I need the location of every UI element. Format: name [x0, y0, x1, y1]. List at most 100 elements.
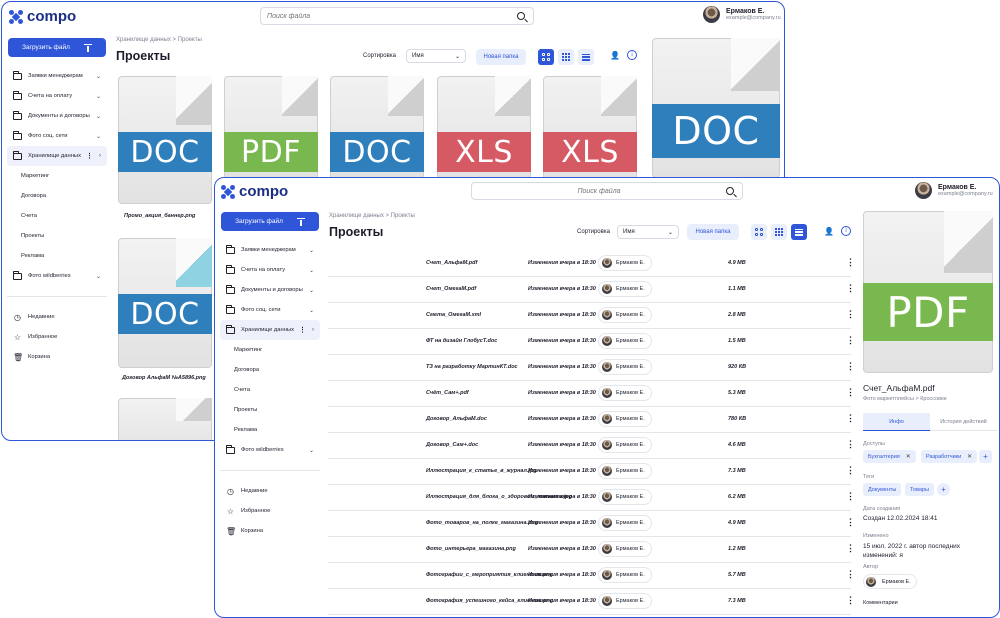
sidebar-subitem-ads[interactable]: Реклама: [7, 246, 107, 266]
sidebar-item-invoices[interactable]: Счета на оплату ⌄: [220, 260, 320, 280]
author-chip[interactable]: Ермаков Е.: [598, 489, 652, 505]
sort-select[interactable]: Имя ⌄: [406, 49, 466, 63]
author-chip[interactable]: Ермаков Е.: [598, 281, 652, 297]
breadcrumb[interactable]: Хранилище данных > Проекты: [116, 37, 202, 43]
user-menu[interactable]: Ермаков Е. example@company.ru: [915, 182, 993, 199]
access-chip[interactable]: Разработчики ✕: [921, 450, 978, 463]
view-list-button[interactable]: [791, 224, 807, 240]
more-icon[interactable]: ⋮: [846, 283, 855, 294]
file-tile[interactable]: DOC: [118, 76, 212, 204]
search-icon[interactable]: [726, 187, 734, 195]
file-tile[interactable]: XLS: [543, 76, 637, 180]
info-icon[interactable]: i: [841, 226, 851, 236]
upload-button[interactable]: Загрузить файл: [8, 38, 106, 57]
tab-info[interactable]: Инфо: [863, 413, 930, 431]
search-box[interactable]: [471, 182, 743, 200]
sidebar-item-documents[interactable]: Документы и договоры ⌄: [7, 106, 107, 126]
author-chip[interactable]: Ермаков Е.: [598, 541, 652, 557]
file-name[interactable]: Фото_товаров_на_полке_магазина.png: [426, 520, 538, 526]
more-icon[interactable]: ⋮: [86, 152, 93, 160]
file-name[interactable]: Фото_интерьера_магазина.png: [426, 546, 516, 552]
tag-chip[interactable]: Документы: [863, 483, 902, 496]
sidebar-item-wildberries[interactable]: Фото wildberries ⌄: [220, 440, 320, 460]
sidebar-subitem-ads[interactable]: Реклама: [220, 420, 320, 440]
sidebar-subitem-contracts[interactable]: Договора: [7, 186, 107, 206]
more-icon[interactable]: ⋮: [846, 517, 855, 528]
sidebar-subitem-projects[interactable]: Проекты: [7, 226, 107, 246]
more-icon[interactable]: ⋮: [846, 257, 855, 268]
sidebar-item-trash[interactable]: 🗑 Корзина: [7, 347, 107, 367]
sidebar-item-trash[interactable]: 🗑 Корзина: [220, 521, 320, 541]
file-name[interactable]: Счёт_Сам+.pdf: [426, 390, 469, 396]
file-tile[interactable]: [118, 398, 212, 440]
file-tile[interactable]: XLS: [437, 76, 531, 180]
file-name[interactable]: ТЗ на разработку МартинКТ.doc: [426, 364, 518, 370]
table-row[interactable]: Счёт_Сам+.pdf Изменения вчера в 18:30 Ерма…: [328, 381, 855, 407]
author-chip[interactable]: Ермаков Е.: [598, 359, 652, 375]
more-icon[interactable]: ⋮: [846, 387, 855, 398]
chevron-down-icon[interactable]: ⌄: [96, 133, 101, 140]
sidebar-item-social[interactable]: Фото соц. сети ⌄: [7, 126, 107, 146]
panel-path[interactable]: Фото маркетплейсы > Кроссовки: [863, 396, 947, 402]
close-icon[interactable]: ✕: [967, 453, 972, 460]
author-chip[interactable]: Ермаков Е.: [598, 411, 652, 427]
sidebar-item-documents[interactable]: Документы и договоры ⌄: [220, 280, 320, 300]
chevron-down-icon[interactable]: ⌄: [309, 247, 314, 254]
chevron-down-icon[interactable]: ⌄: [309, 307, 314, 314]
file-name[interactable]: Смета_ОмегаМ.xml: [426, 312, 481, 318]
access-chip[interactable]: Бухгалтерия ✕: [863, 450, 916, 463]
view-grid-large-button[interactable]: [751, 224, 767, 240]
upload-button[interactable]: Загрузить файл: [221, 212, 319, 231]
sidebar-subitem-marketing[interactable]: Маркетинг: [220, 340, 320, 360]
chevron-down-icon[interactable]: ⌄: [309, 287, 314, 294]
search-input[interactable]: [472, 187, 726, 195]
table-row[interactable]: Смета_ОмегаМ.xml Изменения вчера в 18:30 Е…: [328, 303, 855, 329]
user-menu[interactable]: Ермаков Е. example@company.ru: [703, 6, 781, 23]
sidebar-item-favorites[interactable]: ☆ Избранное: [220, 501, 320, 521]
add-user-icon[interactable]: 👤: [824, 227, 834, 236]
more-icon[interactable]: ⋮: [846, 543, 855, 554]
table-row[interactable]: Иллюстрация_к_статье_в_журнал.jpg Изменен…: [328, 459, 855, 485]
table-row[interactable]: Иллюстрация_для_блога_о_здоровом_питании…: [328, 485, 855, 511]
tag-chip[interactable]: Товары: [905, 483, 934, 496]
more-icon[interactable]: ⋮: [846, 491, 855, 502]
table-row[interactable]: Фотография_успешного_кейса_клиента.png Из…: [328, 589, 855, 615]
table-row[interactable]: ФТ на дизайн ГлобусТ.doc Изменения вчера …: [328, 329, 855, 355]
sidebar-item-storage[interactable]: Хранилище данных ⋮ ›: [7, 146, 107, 166]
search-input[interactable]: [261, 12, 517, 20]
author-chip[interactable]: Ермаков Е.: [598, 567, 652, 583]
more-icon[interactable]: ⋮: [846, 309, 855, 320]
chevron-down-icon[interactable]: ⌄: [309, 447, 314, 454]
add-user-icon[interactable]: 👤: [610, 51, 620, 60]
chevron-down-icon[interactable]: ⌄: [309, 267, 314, 274]
file-name[interactable]: ФТ на дизайн ГлобусТ.doc: [426, 338, 497, 344]
sidebar-item-storage[interactable]: Хранилище данных ⋮ ›: [220, 320, 320, 340]
sidebar-subitem-bills[interactable]: Счета: [220, 380, 320, 400]
chevron-down-icon[interactable]: ⌄: [96, 73, 101, 80]
new-folder-button[interactable]: Новая папка: [476, 49, 526, 65]
file-tile[interactable]: DOC: [652, 38, 780, 178]
author-chip[interactable]: Ермаков Е.: [598, 255, 652, 271]
author-chip[interactable]: Ермаков Е.: [598, 463, 652, 479]
new-folder-button[interactable]: Новая папка: [687, 224, 739, 240]
author-chip[interactable]: Ермаков Е.: [598, 333, 652, 349]
table-row[interactable]: Фото_интерьера_магазина.png Изменения вче…: [328, 537, 855, 563]
chevron-right-icon[interactable]: ›: [99, 153, 101, 159]
sidebar-item-wildberries[interactable]: Фото wildberries ⌄: [7, 266, 107, 286]
app-logo[interactable]: compo: [221, 183, 288, 200]
avatar[interactable]: [703, 6, 720, 23]
add-tag-button[interactable]: +: [937, 483, 950, 496]
chevron-right-icon[interactable]: ›: [312, 327, 314, 333]
more-icon[interactable]: ⋮: [846, 439, 855, 450]
more-icon[interactable]: ⋮: [846, 569, 855, 580]
file-name[interactable]: Договор_АльфаМ.doc: [426, 416, 487, 422]
table-row[interactable]: Договор_АльфаМ.doc Изменения вчера в 18:3…: [328, 407, 855, 433]
view-grid-large-button[interactable]: [538, 49, 554, 65]
table-row[interactable]: Счет_ОмегаМ.pdf Изменения вчера в 18:30 Ер…: [328, 277, 855, 303]
sort-select[interactable]: Имя ⌄: [617, 225, 679, 239]
app-logo[interactable]: compo: [9, 8, 76, 25]
sidebar-subitem-projects[interactable]: Проекты: [220, 400, 320, 420]
file-name[interactable]: Договор_Сам+.doc: [426, 442, 478, 448]
view-list-button[interactable]: [578, 49, 594, 65]
more-icon[interactable]: ⋮: [846, 361, 855, 372]
